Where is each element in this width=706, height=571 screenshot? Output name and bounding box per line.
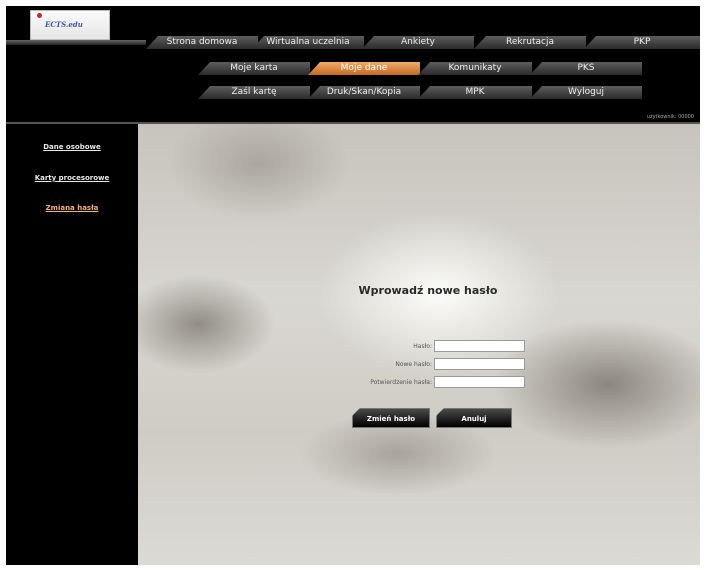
nav-tab-moje-karta[interactable]: Moje karta [198, 62, 310, 75]
password-label: Hasło: [413, 343, 432, 350]
nav-tab-ankiety[interactable]: Ankiety [362, 36, 474, 49]
change-password-button[interactable]: Zmień hasło [352, 408, 430, 428]
confirm-password-label: Potwierdzenie hasła: [370, 379, 432, 386]
page-frame: ECTS.edu Strona domowa Wirtualna uczelni… [6, 6, 700, 565]
sidebar: Dane osobowe Karty procesorowe Zmiana ha… [6, 124, 138, 565]
form-title: Wprowadź nowe hasło [358, 284, 498, 297]
nav-tab-zasl-karte[interactable]: Zaśl kartę [198, 86, 310, 99]
cancel-button[interactable]: Anuluj [436, 408, 512, 428]
nav-tab-pks[interactable]: PKS [530, 62, 642, 75]
logo-divider [6, 40, 146, 45]
logo[interactable]: ECTS.edu [30, 10, 110, 40]
nav-tab-wirtualna-uczelnia[interactable]: Wirtualna uczelnia [252, 36, 364, 49]
password-field[interactable] [434, 340, 525, 352]
nav-tab-strona-domowa[interactable]: Strona domowa [146, 36, 258, 49]
nav-tab-wyloguj[interactable]: Wyloguj [530, 86, 642, 99]
nav-tab-rekrutacja[interactable]: Rekrutacja [474, 36, 586, 49]
nav-tab-moje-dane[interactable]: Moje dane [308, 62, 420, 75]
nav-tab-komunikaty[interactable]: Komunikaty [418, 62, 532, 75]
sidebar-item-dane-osobowe[interactable]: Dane osobowe [6, 143, 138, 151]
logo-mark-icon [37, 13, 42, 18]
user-label: użytkownik: 00000 [646, 114, 694, 120]
logo-text: ECTS.edu [45, 20, 83, 29]
nav-tab-mpk[interactable]: MPK [418, 86, 532, 99]
confirm-password-field[interactable] [434, 376, 525, 388]
new-password-label: Nowe hasło: [395, 361, 432, 368]
sidebar-item-karty-procesorowe[interactable]: Karty procesorowe [6, 174, 138, 182]
nav-tab-pkp[interactable]: PKP [584, 36, 700, 49]
nav-tab-druk-skan-kopia[interactable]: Druk/Skan/Kopia [308, 86, 420, 99]
sidebar-item-zmiana-hasla[interactable]: Zmiana hasła [6, 204, 138, 212]
main-content: Wprowadź nowe hasło Hasło: Nowe hasło: P… [138, 124, 700, 565]
new-password-field[interactable] [434, 358, 525, 370]
